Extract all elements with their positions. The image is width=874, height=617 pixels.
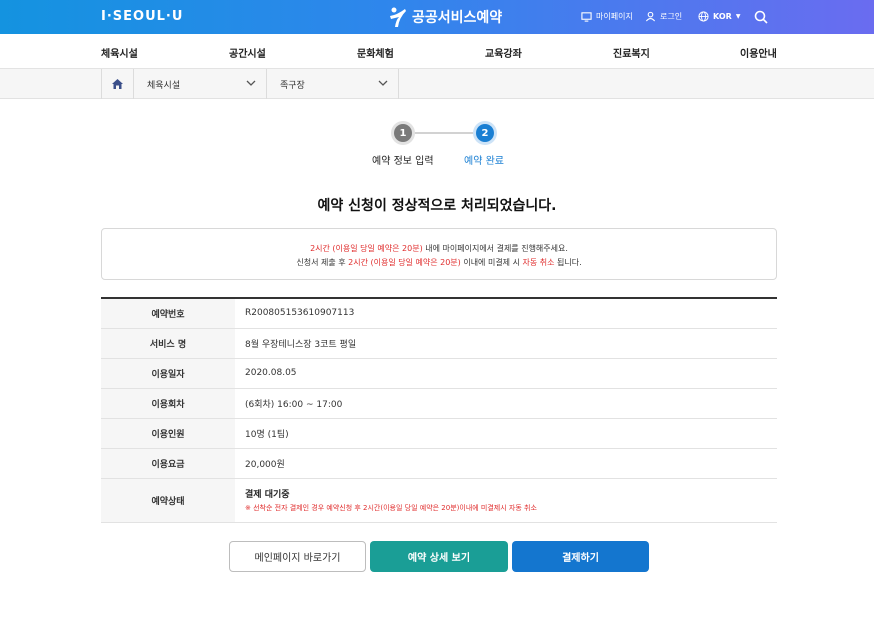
row-label: 이용회차 xyxy=(101,388,235,418)
language-label: KOR xyxy=(713,12,732,21)
step-2-indicator: 2 xyxy=(476,124,494,142)
brand-title: 공공서비스예약 xyxy=(412,10,503,26)
user-icon xyxy=(645,11,656,22)
reservation-number: R200805153610907113 xyxy=(245,308,355,319)
notice-highlight: 자동 취소 xyxy=(522,258,555,267)
caret-down-icon: ▼ xyxy=(735,13,741,20)
category-select[interactable]: 체육시설 xyxy=(134,69,267,99)
table-row: 이용일자 2020.08.05 xyxy=(101,358,777,388)
row-label: 이용일자 xyxy=(101,358,235,388)
row-label: 서비스 명 xyxy=(101,328,235,358)
language-select[interactable]: KOR ▼ xyxy=(698,11,740,22)
search-icon[interactable] xyxy=(754,10,768,24)
monitor-icon xyxy=(581,12,592,22)
row-label: 예약상태 xyxy=(101,478,235,522)
brand-home-link[interactable]: 공공서비스예약 xyxy=(388,6,502,28)
login-label: 로그인 xyxy=(660,12,683,21)
table-row: 이용요금 20,000원 xyxy=(101,448,777,478)
brand-logo-icon xyxy=(390,7,406,27)
subcategory-label: 족구장 xyxy=(280,80,305,91)
globe-icon xyxy=(698,11,709,22)
nav-item-welfare[interactable]: 진료복지 xyxy=(613,45,650,60)
notice-line-2: 신청서 제출 후 2시간 (이용일 당일 예약은 20분) 이내에 미결제 시 … xyxy=(102,256,776,270)
nav-item-education[interactable]: 교육강좌 xyxy=(485,45,522,60)
use-date: 2020.08.05 xyxy=(245,368,297,378)
status-note: ※ 선착순 전자 결제인 경우 예약신청 후 2시간(이용일 당일 예약은 20… xyxy=(245,504,537,512)
row-label: 예약번호 xyxy=(101,298,235,328)
home-button[interactable] xyxy=(101,69,134,99)
step-1-label: 예약 정보 입력 xyxy=(372,156,434,167)
step-2-label: 예약 완료 xyxy=(464,156,504,167)
reservation-details-table: 예약번호 R200805153610907113 서비스 명 8월 우장테니스장… xyxy=(101,297,777,523)
table-row: 예약상태 결제 대기중 ※ 선착순 전자 결제인 경우 예약신청 후 2시간(이… xyxy=(101,478,777,522)
subcategory-select[interactable]: 족구장 xyxy=(267,69,399,99)
mypage-link[interactable]: 마이페이지 xyxy=(581,11,633,22)
seoul-logo[interactable]: I·SEOUL·U xyxy=(101,9,183,24)
view-reservation-detail-button[interactable]: 예약 상세 보기 xyxy=(370,541,508,572)
chevron-down-icon xyxy=(378,80,388,86)
notice-highlight: 2시간 (이용일 당일 예약은 20분) xyxy=(310,244,423,253)
table-row: 이용인원 10명 (1팀) xyxy=(101,418,777,448)
main-nav: 체육시설 공간시설 문화체험 교육강좌 진료복지 이용안내 xyxy=(0,34,874,69)
table-row: 이용회차 (6회차) 16:00 ~ 17:00 xyxy=(101,388,777,418)
service-name: 8월 우장테니스장 3코트 평일 xyxy=(245,339,357,350)
breadcrumb: 체육시설 족구장 xyxy=(0,69,874,99)
pay-button[interactable]: 결제하기 xyxy=(512,541,649,572)
site-header: I·SEOUL·U 공공서비스예약 마이페이지 로그인 KOR ▼ xyxy=(0,0,874,34)
step-connector xyxy=(410,132,476,134)
notice-line-1: 2시간 (이용일 당일 예약은 20분) 내에 마이페이지에서 결제를 진행해주… xyxy=(102,242,776,256)
headcount: 10명 (1팀) xyxy=(245,429,289,440)
table-row: 예약번호 R200805153610907113 xyxy=(101,298,777,328)
nav-item-sports[interactable]: 체육시설 xyxy=(101,45,138,60)
home-icon xyxy=(112,79,123,89)
payment-notice: 2시간 (이용일 당일 예약은 20분) 내에 마이페이지에서 결제를 진행해주… xyxy=(101,228,777,280)
use-session: (6회차) 16:00 ~ 17:00 xyxy=(245,399,343,410)
notice-text: 내에 마이페이지에서 결제를 진행해주세요. xyxy=(422,244,568,253)
nav-item-space[interactable]: 공간시설 xyxy=(229,45,266,60)
page-title: 예약 신청이 정상적으로 처리되었습니다. xyxy=(317,198,557,214)
go-main-page-button[interactable]: 메인페이지 바로가기 xyxy=(229,541,366,572)
table-row: 서비스 명 8월 우장테니스장 3코트 평일 xyxy=(101,328,777,358)
mypage-label: 마이페이지 xyxy=(596,12,633,21)
chevron-down-icon xyxy=(246,80,256,86)
step-1-indicator: 1 xyxy=(394,124,412,142)
login-link[interactable]: 로그인 xyxy=(645,11,682,22)
category-label: 체육시설 xyxy=(147,80,181,91)
notice-highlight: 2시간 (이용일 당일 예약은 20분) xyxy=(348,258,461,267)
notice-text: 됩니다. xyxy=(554,258,582,267)
notice-text: 신청서 제출 후 xyxy=(296,258,349,267)
status-value: 결제 대기중 xyxy=(245,490,290,500)
nav-item-guide[interactable]: 이용안내 xyxy=(740,45,777,60)
row-label: 이용인원 xyxy=(101,418,235,448)
reservation-status: 결제 대기중 ※ 선착순 전자 결제인 경우 예약신청 후 2시간(이용일 당일… xyxy=(235,478,777,522)
nav-item-culture[interactable]: 문화체험 xyxy=(357,45,394,60)
row-label: 이용요금 xyxy=(101,448,235,478)
fee: 20,000원 xyxy=(245,459,285,470)
notice-text: 이내에 미결제 시 xyxy=(460,258,523,267)
